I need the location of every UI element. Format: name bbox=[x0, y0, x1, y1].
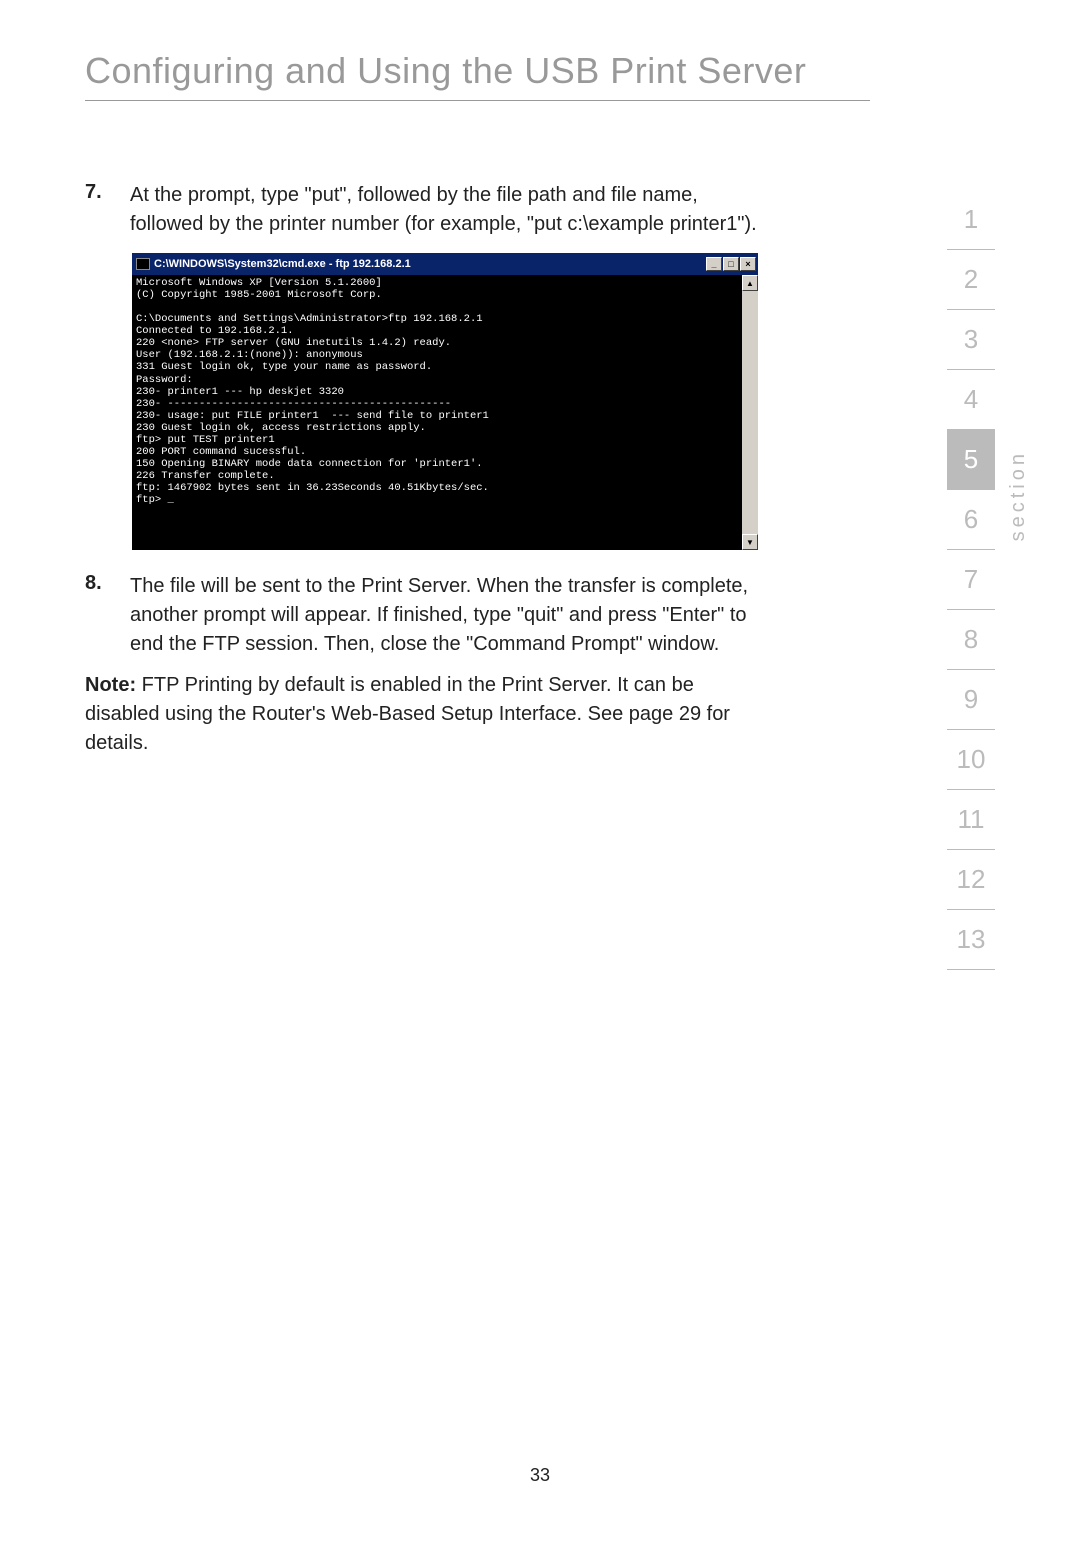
scroll-down-icon: ▼ bbox=[742, 534, 758, 550]
step-text: At the prompt, type "put", followed by t… bbox=[130, 181, 770, 239]
cmd-titlebar: C:\WINDOWS\System32\cmd.exe - ftp 192.16… bbox=[132, 253, 758, 275]
section-item-8: 8 bbox=[947, 610, 995, 670]
section-item-12: 12 bbox=[947, 850, 995, 910]
section-item-3: 3 bbox=[947, 310, 995, 370]
section-item-2: 2 bbox=[947, 250, 995, 310]
section-item-11: 11 bbox=[947, 790, 995, 850]
scroll-up-icon: ▲ bbox=[742, 275, 758, 291]
step-text: The file will be sent to the Print Serve… bbox=[130, 572, 770, 659]
section-nav: 12345678910111213 bbox=[947, 190, 995, 970]
step-number: 7. bbox=[85, 181, 130, 239]
cmd-icon bbox=[136, 258, 150, 270]
close-button: × bbox=[740, 257, 756, 271]
section-item-10: 10 bbox=[947, 730, 995, 790]
title-rule bbox=[85, 100, 870, 101]
step-7: 7. At the prompt, type "put", followed b… bbox=[85, 181, 770, 239]
section-item-1: 1 bbox=[947, 190, 995, 250]
minimize-button: _ bbox=[706, 257, 722, 271]
page-title: Configuring and Using the USB Print Serv… bbox=[85, 50, 1080, 92]
section-item-5: 5 bbox=[947, 430, 995, 490]
section-label: section bbox=[1007, 450, 1030, 541]
step-8: 8. The file will be sent to the Print Se… bbox=[85, 572, 770, 659]
note-label: Note: bbox=[85, 674, 136, 696]
maximize-button: □ bbox=[723, 257, 739, 271]
page-number: 33 bbox=[530, 1465, 550, 1486]
window-controls: _ □ × bbox=[706, 257, 756, 271]
section-item-6: 6 bbox=[947, 490, 995, 550]
step-number: 8. bbox=[85, 572, 130, 659]
main-content: 7. At the prompt, type "put", followed b… bbox=[85, 181, 770, 758]
command-prompt-screenshot: C:\WINDOWS\System32\cmd.exe - ftp 192.16… bbox=[130, 251, 760, 552]
cmd-title: C:\WINDOWS\System32\cmd.exe - ftp 192.16… bbox=[154, 258, 411, 270]
note: Note: FTP Printing by default is enabled… bbox=[85, 671, 770, 758]
cmd-output: Microsoft Windows XP [Version 5.1.2600] … bbox=[132, 275, 742, 550]
section-item-7: 7 bbox=[947, 550, 995, 610]
section-item-4: 4 bbox=[947, 370, 995, 430]
section-item-13: 13 bbox=[947, 910, 995, 970]
note-text: FTP Printing by default is enabled in th… bbox=[85, 674, 730, 754]
section-item-9: 9 bbox=[947, 670, 995, 730]
scrollbar: ▲ ▼ bbox=[742, 275, 758, 550]
